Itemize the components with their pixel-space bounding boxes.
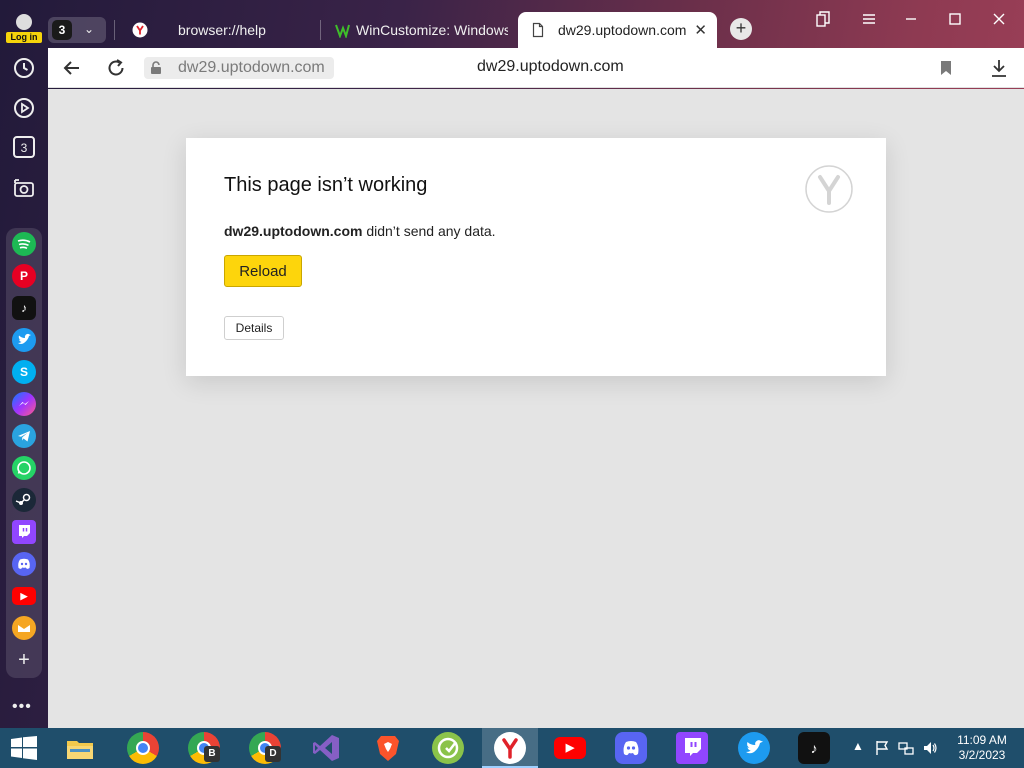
tiktok-taskbar-icon[interactable]: ♪ <box>798 732 830 764</box>
steam-icon[interactable] <box>12 488 36 512</box>
tab-title: dw29.uptodown.com <box>558 22 687 38</box>
user-avatar-icon <box>16 14 32 30</box>
url-field[interactable]: dw29.uptodown.com <box>144 57 334 79</box>
tab-wincustomize[interactable]: WinCustomize: Windows t <box>322 12 508 48</box>
yandex-logo-icon <box>805 165 853 213</box>
flag-notification-icon[interactable] <box>874 740 890 756</box>
yandex-favicon-icon <box>132 22 148 38</box>
chrome-icon[interactable] <box>127 732 159 764</box>
play-video-icon[interactable] <box>12 96 36 120</box>
chrome-beta-icon[interactable]: B <box>188 732 220 764</box>
add-panel-icon[interactable]: + <box>12 648 36 672</box>
error-domain: dw29.uptodown.com <box>224 223 363 239</box>
discord-icon[interactable] <box>12 552 36 576</box>
brave-icon[interactable] <box>372 732 404 764</box>
page-content: This page isn’t working dw29.uptodown.co… <box>48 89 1024 728</box>
youtube-icon[interactable]: ▶ <box>12 587 36 605</box>
greenshot-icon[interactable] <box>432 732 464 764</box>
address-bar: dw29.uptodown.com dw29.uptodown.com <box>48 48 1024 88</box>
youtube-taskbar-icon[interactable]: ▶ <box>554 737 586 759</box>
minimize-icon[interactable] <box>902 10 920 28</box>
system-clock[interactable]: 11:09 AM 3/2/2023 <box>950 733 1014 763</box>
show-hidden-icons-icon[interactable]: ▲ <box>852 739 864 753</box>
new-tab-button[interactable]: + <box>730 18 752 40</box>
reload-icon[interactable] <box>104 56 128 80</box>
chevron-down-icon: ⌄ <box>84 22 95 36</box>
tabs-count-badge[interactable]: 3 <box>13 136 35 158</box>
twitch-taskbar-icon[interactable] <box>676 732 708 764</box>
yandex-mail-icon[interactable] <box>12 616 36 640</box>
close-window-icon[interactable] <box>990 10 1008 28</box>
chrome-beta-badge: B <box>204 746 220 762</box>
details-button[interactable]: Details <box>224 316 284 340</box>
error-message-text: didn’t send any data. <box>362 223 496 239</box>
history-clock-icon[interactable] <box>12 56 36 80</box>
clock-date: 3/2/2023 <box>958 748 1006 762</box>
bookmark-icon[interactable] <box>940 60 952 76</box>
close-tab-icon[interactable]: ✕ <box>694 21 707 39</box>
windows-start-icon[interactable] <box>10 736 38 760</box>
clock-time: 11:09 AM <box>957 733 1007 747</box>
screenshot-camera-icon[interactable] <box>12 176 36 200</box>
taskbar: B D ▶ ♪ ▲ 11:09 AM 3/2/2023 <box>0 728 1024 768</box>
messenger-icon[interactable] <box>12 392 36 416</box>
chrome-dev-badge: D <box>265 746 281 762</box>
network-icon[interactable] <box>898 740 914 756</box>
error-heading: This page isn’t working <box>224 174 428 196</box>
file-explorer-icon[interactable] <box>64 732 96 764</box>
error-card: This page isn’t working dw29.uptodown.co… <box>186 138 886 376</box>
twitch-icon[interactable] <box>12 520 36 544</box>
page-title: dw29.uptodown.com <box>477 58 624 75</box>
chrome-dev-icon[interactable]: D <box>249 732 281 764</box>
document-icon <box>532 22 544 38</box>
tiktok-icon[interactable]: ♪ <box>12 296 36 320</box>
login-button[interactable]: Log in <box>6 14 42 44</box>
download-icon[interactable] <box>990 58 1008 78</box>
tab-group-switcher[interactable]: 3 ⌄ <box>48 17 106 43</box>
tab-strip: Log in 3 ⌄ browser://help WinCustomize: … <box>0 0 1024 48</box>
telegram-icon[interactable] <box>12 424 36 448</box>
yandex-browser-icon[interactable] <box>494 732 526 764</box>
wincustomize-favicon-icon <box>335 24 350 38</box>
volume-icon[interactable] <box>922 740 938 756</box>
pinterest-icon[interactable]: P <box>12 264 36 288</box>
twitter-taskbar-icon[interactable] <box>738 732 770 764</box>
visual-studio-icon[interactable] <box>310 732 342 764</box>
spotify-icon[interactable] <box>12 232 36 256</box>
url-domain: dw29.uptodown.com <box>178 59 325 76</box>
error-message: dw29.uptodown.com didn’t send any data. <box>224 223 496 239</box>
tab-separator <box>320 20 321 40</box>
reload-button[interactable]: Reload <box>224 255 302 287</box>
more-options-icon[interactable]: ••• <box>12 698 32 716</box>
tab-dw29-uptodown[interactable]: dw29.uptodown.com ✕ <box>518 12 717 48</box>
skype-icon[interactable]: S <box>12 360 36 384</box>
tab-separator <box>114 20 115 40</box>
tab-group-count: 3 <box>52 20 72 40</box>
login-label: Log in <box>6 32 42 43</box>
lock-icon[interactable] <box>149 61 163 75</box>
tab-title: WinCustomize: Windows t <box>356 22 508 38</box>
twitter-icon[interactable] <box>12 328 36 352</box>
maximize-icon[interactable] <box>946 10 964 28</box>
whatsapp-icon[interactable] <box>12 456 36 480</box>
tab-collections-icon[interactable] <box>814 10 832 28</box>
tab-browser-help[interactable]: browser://help <box>120 12 318 48</box>
menu-icon[interactable] <box>860 10 878 28</box>
back-arrow-icon[interactable] <box>60 56 84 80</box>
discord-taskbar-icon[interactable] <box>615 732 647 764</box>
sidebar: 3 P ♪ S ▶ + ••• <box>0 48 48 728</box>
tab-title: browser://help <box>178 22 266 38</box>
